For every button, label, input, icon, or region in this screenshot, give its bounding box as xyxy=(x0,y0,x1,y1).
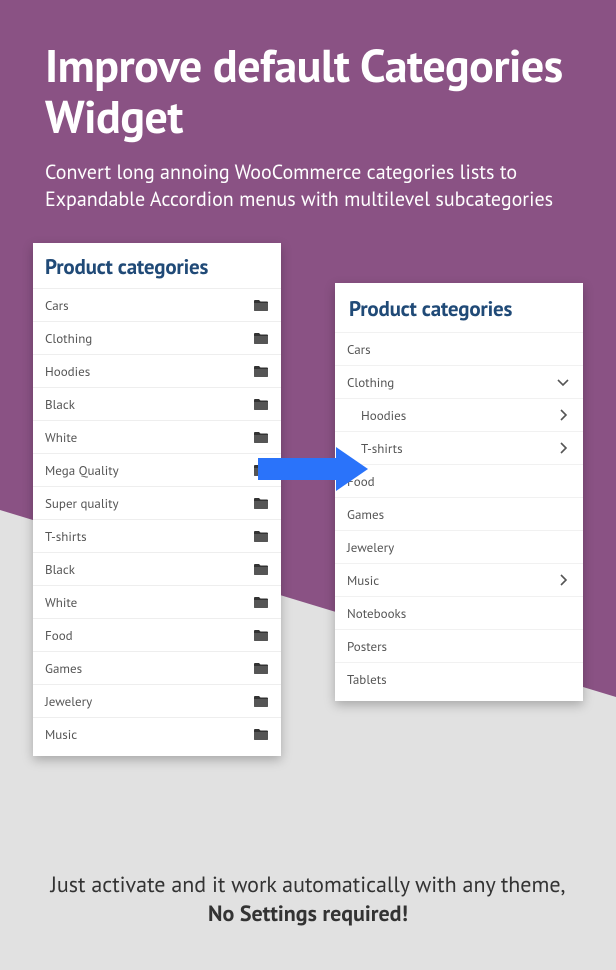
icon-slot xyxy=(253,497,269,509)
list-item[interactable]: Mega Quality xyxy=(33,453,281,486)
list-item[interactable]: Music xyxy=(335,563,583,596)
list-item-label: Cars xyxy=(347,341,555,358)
list-item-label: White xyxy=(45,429,253,446)
list-item[interactable]: Cars xyxy=(335,332,583,365)
list-item-label: Jewelery xyxy=(45,693,253,710)
list-item-label: Tablets xyxy=(347,671,555,688)
list-item-label: Clothing xyxy=(347,374,555,391)
list-item-label: T-shirts xyxy=(347,440,555,457)
footer-line-2: No Settings required! xyxy=(208,900,408,928)
list-item[interactable]: Games xyxy=(335,497,583,530)
list-item-label: Hoodies xyxy=(347,407,555,424)
list-item[interactable]: Posters xyxy=(335,629,583,662)
folder-icon xyxy=(254,365,268,377)
icon-slot xyxy=(253,365,269,377)
icon-slot xyxy=(253,596,269,608)
icon-slot xyxy=(253,728,269,740)
right-panel-title: Product categories xyxy=(335,283,583,332)
icon-slot xyxy=(253,398,269,410)
icon-slot xyxy=(555,573,571,587)
icon-slot xyxy=(253,332,269,344)
list-item-label: T-shirts xyxy=(45,528,253,545)
folder-icon xyxy=(254,629,268,641)
list-item[interactable]: Jewelery xyxy=(33,684,281,717)
panels-area: Product categories CarsClothingHoodiesBl… xyxy=(45,243,571,783)
list-item[interactable]: Hoodies xyxy=(335,398,583,431)
folder-icon xyxy=(254,299,268,311)
list-item[interactable]: White xyxy=(33,420,281,453)
icon-slot xyxy=(253,431,269,443)
icon-slot xyxy=(253,563,269,575)
page-title: Improve default Categories Widget xyxy=(45,40,571,141)
list-item-label: Cars xyxy=(45,297,253,314)
left-panel-title: Product categories xyxy=(33,243,281,288)
chevron-right-icon xyxy=(559,441,568,455)
footer-copy: Just activate and it work automatically … xyxy=(0,871,616,930)
icon-slot xyxy=(253,530,269,542)
list-item-label: Games xyxy=(45,660,253,677)
list-item[interactable]: Hoodies xyxy=(33,354,281,387)
list-item-label: Super quality xyxy=(45,495,253,512)
list-item-label: Food xyxy=(347,473,555,490)
list-item[interactable]: Games xyxy=(33,651,281,684)
list-item-label: Clothing xyxy=(45,330,253,347)
folder-icon xyxy=(254,398,268,410)
list-item-label: Hoodies xyxy=(45,363,253,380)
list-item[interactable]: Black xyxy=(33,552,281,585)
list-item-label: Black xyxy=(45,396,253,413)
icon-slot xyxy=(555,441,571,455)
list-item[interactable]: Cars xyxy=(33,288,281,321)
list-item-label: Mega Quality xyxy=(45,462,253,479)
page-subtitle: Convert long annoing WooCommerce categor… xyxy=(45,159,571,213)
right-panel: Product categories Cars Clothing Hoodies T-… xyxy=(335,283,583,701)
folder-icon xyxy=(254,497,268,509)
list-item[interactable]: Super quality xyxy=(33,486,281,519)
list-item-label: Posters xyxy=(347,638,555,655)
list-item-label: Jewelery xyxy=(347,539,555,556)
folder-icon xyxy=(254,695,268,707)
list-item[interactable]: T-shirts xyxy=(335,431,583,464)
list-item[interactable]: White xyxy=(33,585,281,618)
icon-slot xyxy=(253,299,269,311)
left-list: Cars Clothing Hoodies Black White Mega Qualit… xyxy=(33,288,281,750)
list-item-label: Music xyxy=(45,726,253,743)
footer-line-1: Just activate and it work automatically … xyxy=(51,871,566,899)
folder-icon xyxy=(254,332,268,344)
conversion-arrow xyxy=(258,447,368,491)
list-item[interactable]: Clothing xyxy=(335,365,583,398)
icon-slot xyxy=(555,378,571,387)
chevron-right-icon xyxy=(559,573,568,587)
chevron-down-icon xyxy=(556,378,570,387)
icon-slot xyxy=(555,408,571,422)
content: Improve default Categories Widget Conver… xyxy=(0,0,616,783)
folder-icon xyxy=(254,662,268,674)
list-item-label: Games xyxy=(347,506,555,523)
list-item-label: Music xyxy=(347,572,555,589)
icon-slot xyxy=(253,695,269,707)
folder-icon xyxy=(254,563,268,575)
list-item-label: Food xyxy=(45,627,253,644)
folder-icon xyxy=(254,596,268,608)
list-item-label: White xyxy=(45,594,253,611)
folder-icon xyxy=(254,431,268,443)
list-item[interactable]: Music xyxy=(33,717,281,750)
left-panel: Product categories Cars Clothing Hoodies Bl… xyxy=(33,243,281,756)
list-item[interactable]: Black xyxy=(33,387,281,420)
list-item[interactable]: Food xyxy=(335,464,583,497)
list-item[interactable]: Notebooks xyxy=(335,596,583,629)
right-list: Cars Clothing Hoodies T-shirts Food Games Jewe… xyxy=(335,332,583,695)
list-item[interactable]: Tablets xyxy=(335,662,583,695)
list-item[interactable]: Clothing xyxy=(33,321,281,354)
list-item[interactable]: Food xyxy=(33,618,281,651)
list-item[interactable]: Jewelery xyxy=(335,530,583,563)
folder-icon xyxy=(254,530,268,542)
list-item-label: Black xyxy=(45,561,253,578)
icon-slot xyxy=(253,629,269,641)
list-item[interactable]: T-shirts xyxy=(33,519,281,552)
folder-icon xyxy=(254,728,268,740)
icon-slot xyxy=(253,662,269,674)
list-item-label: Notebooks xyxy=(347,605,555,622)
chevron-right-icon xyxy=(559,408,568,422)
